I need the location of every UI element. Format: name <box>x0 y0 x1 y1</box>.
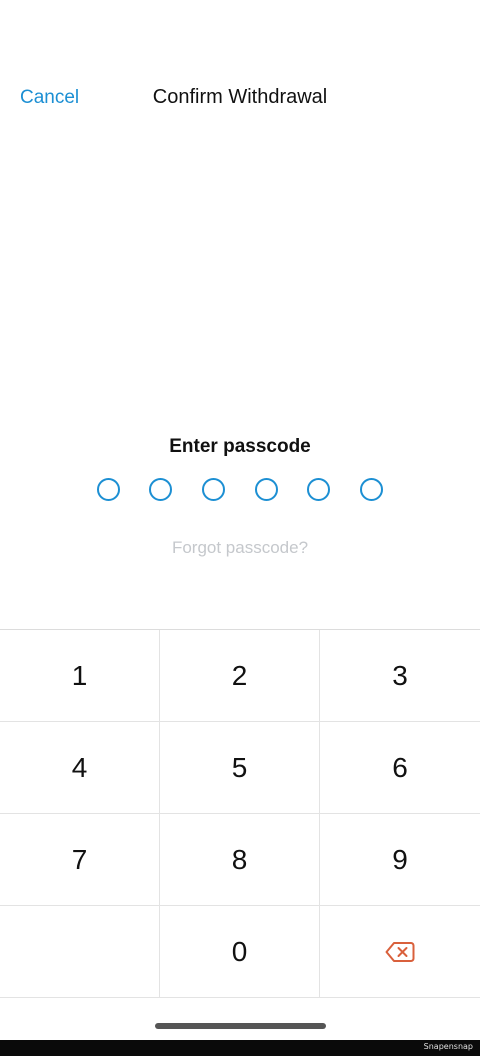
passcode-dot <box>202 478 225 501</box>
passcode-dot <box>97 478 120 501</box>
backspace-button[interactable] <box>320 906 480 997</box>
passcode-prompt: Enter passcode <box>169 436 311 457</box>
numeric-keypad: 1 2 3 4 5 6 7 8 9 0 <box>0 629 480 998</box>
key-empty <box>0 906 160 997</box>
passcode-dot <box>307 478 330 501</box>
passcode-dots <box>97 478 385 502</box>
forgot-passcode-link[interactable]: Forgot passcode? <box>0 538 480 558</box>
key-3[interactable]: 3 <box>320 630 480 721</box>
key-2[interactable]: 2 <box>160 630 320 721</box>
key-1[interactable]: 1 <box>0 630 160 721</box>
key-0[interactable]: 0 <box>160 906 320 997</box>
key-4[interactable]: 4 <box>0 722 160 813</box>
key-6[interactable]: 6 <box>320 722 480 813</box>
key-8[interactable]: 8 <box>160 814 320 905</box>
navigation-bar: Cancel Confirm Withdrawal <box>0 74 480 126</box>
key-7[interactable]: 7 <box>0 814 160 905</box>
passcode-dot <box>255 478 278 501</box>
footer-bar: Snapensnap <box>0 1040 480 1056</box>
keypad-row: 7 8 9 <box>0 814 480 906</box>
key-5[interactable]: 5 <box>160 722 320 813</box>
page-title: Confirm Withdrawal <box>152 86 328 108</box>
passcode-dot <box>149 478 172 501</box>
passcode-screen: Cancel Confirm Withdrawal Enter passcode… <box>0 0 480 1056</box>
keypad-row: 4 5 6 <box>0 722 480 814</box>
backspace-icon <box>385 941 415 963</box>
key-9[interactable]: 9 <box>320 814 480 905</box>
watermark: Snapensnap <box>423 1042 473 1051</box>
passcode-dot <box>360 478 383 501</box>
keypad-row: 0 <box>0 906 480 998</box>
home-indicator[interactable] <box>155 1023 326 1029</box>
keypad-row: 1 2 3 <box>0 630 480 722</box>
